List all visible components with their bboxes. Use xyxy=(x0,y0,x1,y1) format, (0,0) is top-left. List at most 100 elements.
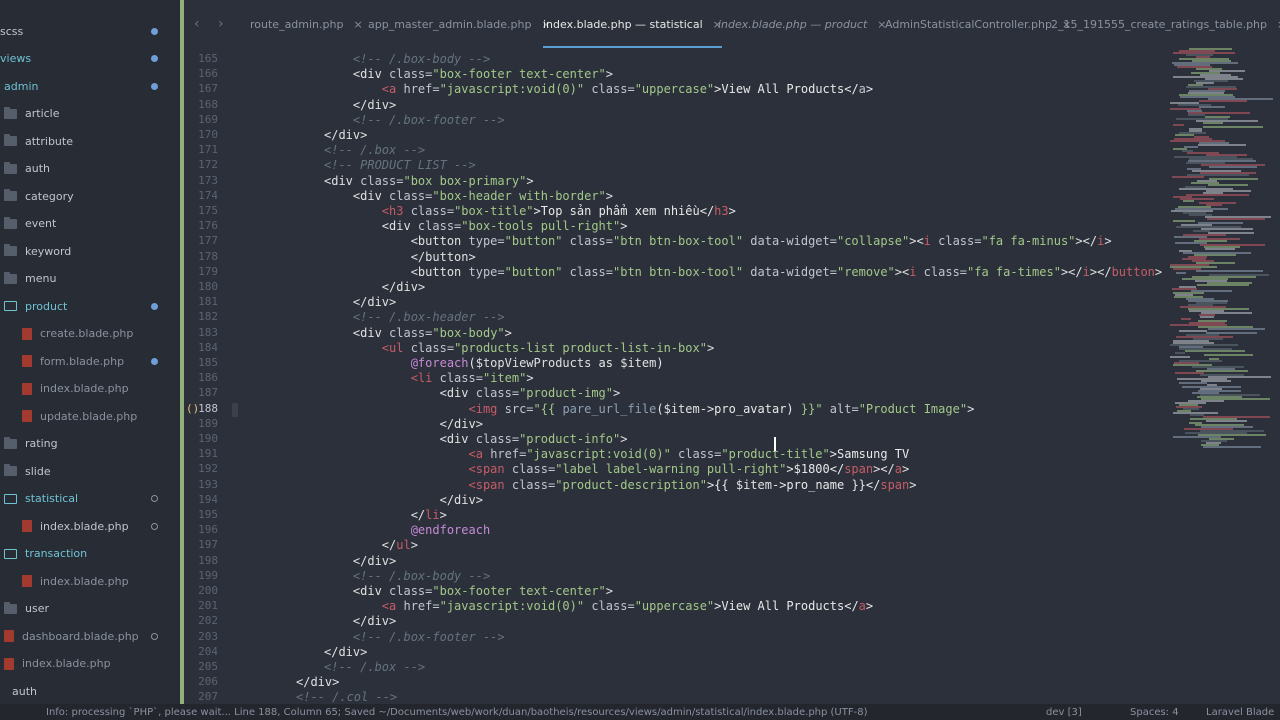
code-token: "item" xyxy=(482,371,527,386)
code-token: >Samsung TV xyxy=(829,447,910,462)
sidebar-item[interactable]: attribute xyxy=(0,130,180,152)
code-token: "label label-warning pull-right" xyxy=(555,462,787,477)
code-token: "{{ xyxy=(533,401,563,416)
line-number: 175 xyxy=(198,204,218,217)
code-line: <!-- /.box --> xyxy=(324,660,425,675)
sidebar-item[interactable]: update.blade.php xyxy=(0,405,180,427)
sidebar-item[interactable]: menu xyxy=(0,268,180,290)
code-token: "button" xyxy=(504,234,563,249)
tab-label: index.blade.php — product xyxy=(718,17,868,31)
sidebar-item[interactable]: index.blade.php xyxy=(0,515,180,537)
close-icon[interactable]: × xyxy=(353,18,362,31)
sidebar-item[interactable]: category xyxy=(0,185,180,207)
sidebar-item[interactable]: form.blade.php xyxy=(0,350,180,372)
text-cursor-icon xyxy=(774,437,776,451)
code-token: <div xyxy=(352,188,390,203)
code-line: <a href="javascript:void(0)" class="uppe… xyxy=(324,82,873,97)
code-line: @foreach($topViewProducts as $item) xyxy=(324,356,664,371)
code-token: "product-img" xyxy=(519,386,613,401)
tab-label: AdminStatisticalController.php xyxy=(885,17,1052,31)
editor-tab[interactable]: 2_15_191555_create_ratings_table.php× xyxy=(1051,0,1280,48)
code-line: @endforeach xyxy=(324,523,490,538)
minimap-line xyxy=(1196,270,1263,272)
code-token: button xyxy=(1111,264,1155,279)
code-token: "javascript:void(0)" xyxy=(439,599,585,614)
sidebar-item-label: auth xyxy=(25,162,50,175)
code-token: href= xyxy=(403,599,440,614)
editor-tab[interactable]: app_master_admin.blade.php × xyxy=(368,0,551,48)
code-token: > xyxy=(605,584,614,598)
forward-icon[interactable]: › xyxy=(218,16,224,32)
sidebar-item[interactable]: statistical xyxy=(0,488,180,510)
code-line: <div class="box-footer text-center"> xyxy=(324,67,613,82)
editor-tab[interactable]: index.blade.php — statistical × xyxy=(543,0,722,48)
code-line: <span class="product-description">{{ $it… xyxy=(324,477,917,493)
sidebar-item[interactable]: auth xyxy=(0,158,180,180)
code-token: data-widget= xyxy=(743,264,837,279)
code-token: > xyxy=(439,508,447,522)
sidebar-item[interactable]: event xyxy=(0,213,180,235)
line-number: 178 xyxy=(198,249,218,263)
sidebar-item[interactable]: dashboard.blade.php xyxy=(0,625,180,647)
code-token: <div xyxy=(352,325,390,340)
sidebar-item[interactable]: views xyxy=(0,48,180,70)
sidebar-item[interactable]: keyword xyxy=(0,240,180,262)
sidebar-item[interactable]: scss xyxy=(0,20,180,42)
editor-tab[interactable]: route_admin.php × xyxy=(250,0,363,48)
code-line: </button> xyxy=(324,250,476,265)
code-token: @foreach xyxy=(410,356,469,370)
minimap-line xyxy=(1199,100,1247,102)
code-line: </div> xyxy=(296,675,339,690)
line-number: 202 xyxy=(198,614,218,628)
code-token: ></ xyxy=(1075,234,1098,249)
code-token: ></ xyxy=(1060,264,1083,279)
code-line: <!-- /.box --> xyxy=(324,143,425,158)
back-icon[interactable]: ‹ xyxy=(194,16,200,32)
line-number: 170 xyxy=(198,128,218,141)
sidebar-item[interactable]: index.blade.php xyxy=(0,378,180,400)
sidebar-item[interactable]: transaction xyxy=(0,543,180,565)
editor-tab[interactable]: index.blade.php — product × xyxy=(718,0,887,48)
minimap[interactable] xyxy=(1170,48,1280,448)
sidebar-item[interactable]: index.blade.php xyxy=(0,653,180,675)
code-token: > xyxy=(504,325,512,340)
editor-tab[interactable]: AdminStatisticalController.php × xyxy=(885,0,1071,48)
code-token: "product-description" xyxy=(555,477,707,492)
code-token: href= xyxy=(490,447,527,462)
code-line: </div> xyxy=(324,128,367,143)
code-token: > xyxy=(620,219,628,234)
file-icon xyxy=(22,410,32,422)
line-number: 180 xyxy=(198,280,218,293)
sidebar-item[interactable]: rating xyxy=(0,433,180,455)
sidebar-item[interactable]: slide xyxy=(0,460,180,482)
code-editor[interactable]: <!-- /.box-body --> <div class="box-foot… xyxy=(240,48,1170,704)
syntax-selector[interactable]: Laravel Blade xyxy=(1206,707,1274,718)
minimap-line xyxy=(1199,106,1225,108)
sidebar-item[interactable]: auth xyxy=(0,680,180,702)
code-token: class= xyxy=(410,340,455,355)
sidebar-item-label: dashboard.blade.php xyxy=(22,629,139,643)
code-token: class= xyxy=(389,584,433,598)
sidebar-item[interactable]: article xyxy=(0,103,180,125)
sidebar-item[interactable]: create.blade.php xyxy=(0,323,180,345)
sidebar-item[interactable]: index.blade.php xyxy=(0,570,180,592)
line-number: 168 xyxy=(198,97,218,111)
line-number: 185 xyxy=(198,356,218,369)
sidebar-item[interactable]: product xyxy=(0,295,180,317)
sidebar-item[interactable]: admin xyxy=(0,75,180,97)
code-token: <!-- /.box-footer --> xyxy=(352,112,505,127)
minimap-line xyxy=(1172,176,1204,178)
git-branch-status[interactable]: dev [3] xyxy=(1046,707,1082,718)
code-token: ) xyxy=(786,401,801,416)
sidebar-item[interactable]: user xyxy=(0,598,180,620)
code-token: </div> xyxy=(324,644,368,659)
indent-setting[interactable]: Spaces: 4 xyxy=(1130,707,1179,718)
code-token: @endforeach xyxy=(410,523,491,538)
tab-bar: ‹ › route_admin.php × app_master_admin.bla… xyxy=(184,0,1280,48)
